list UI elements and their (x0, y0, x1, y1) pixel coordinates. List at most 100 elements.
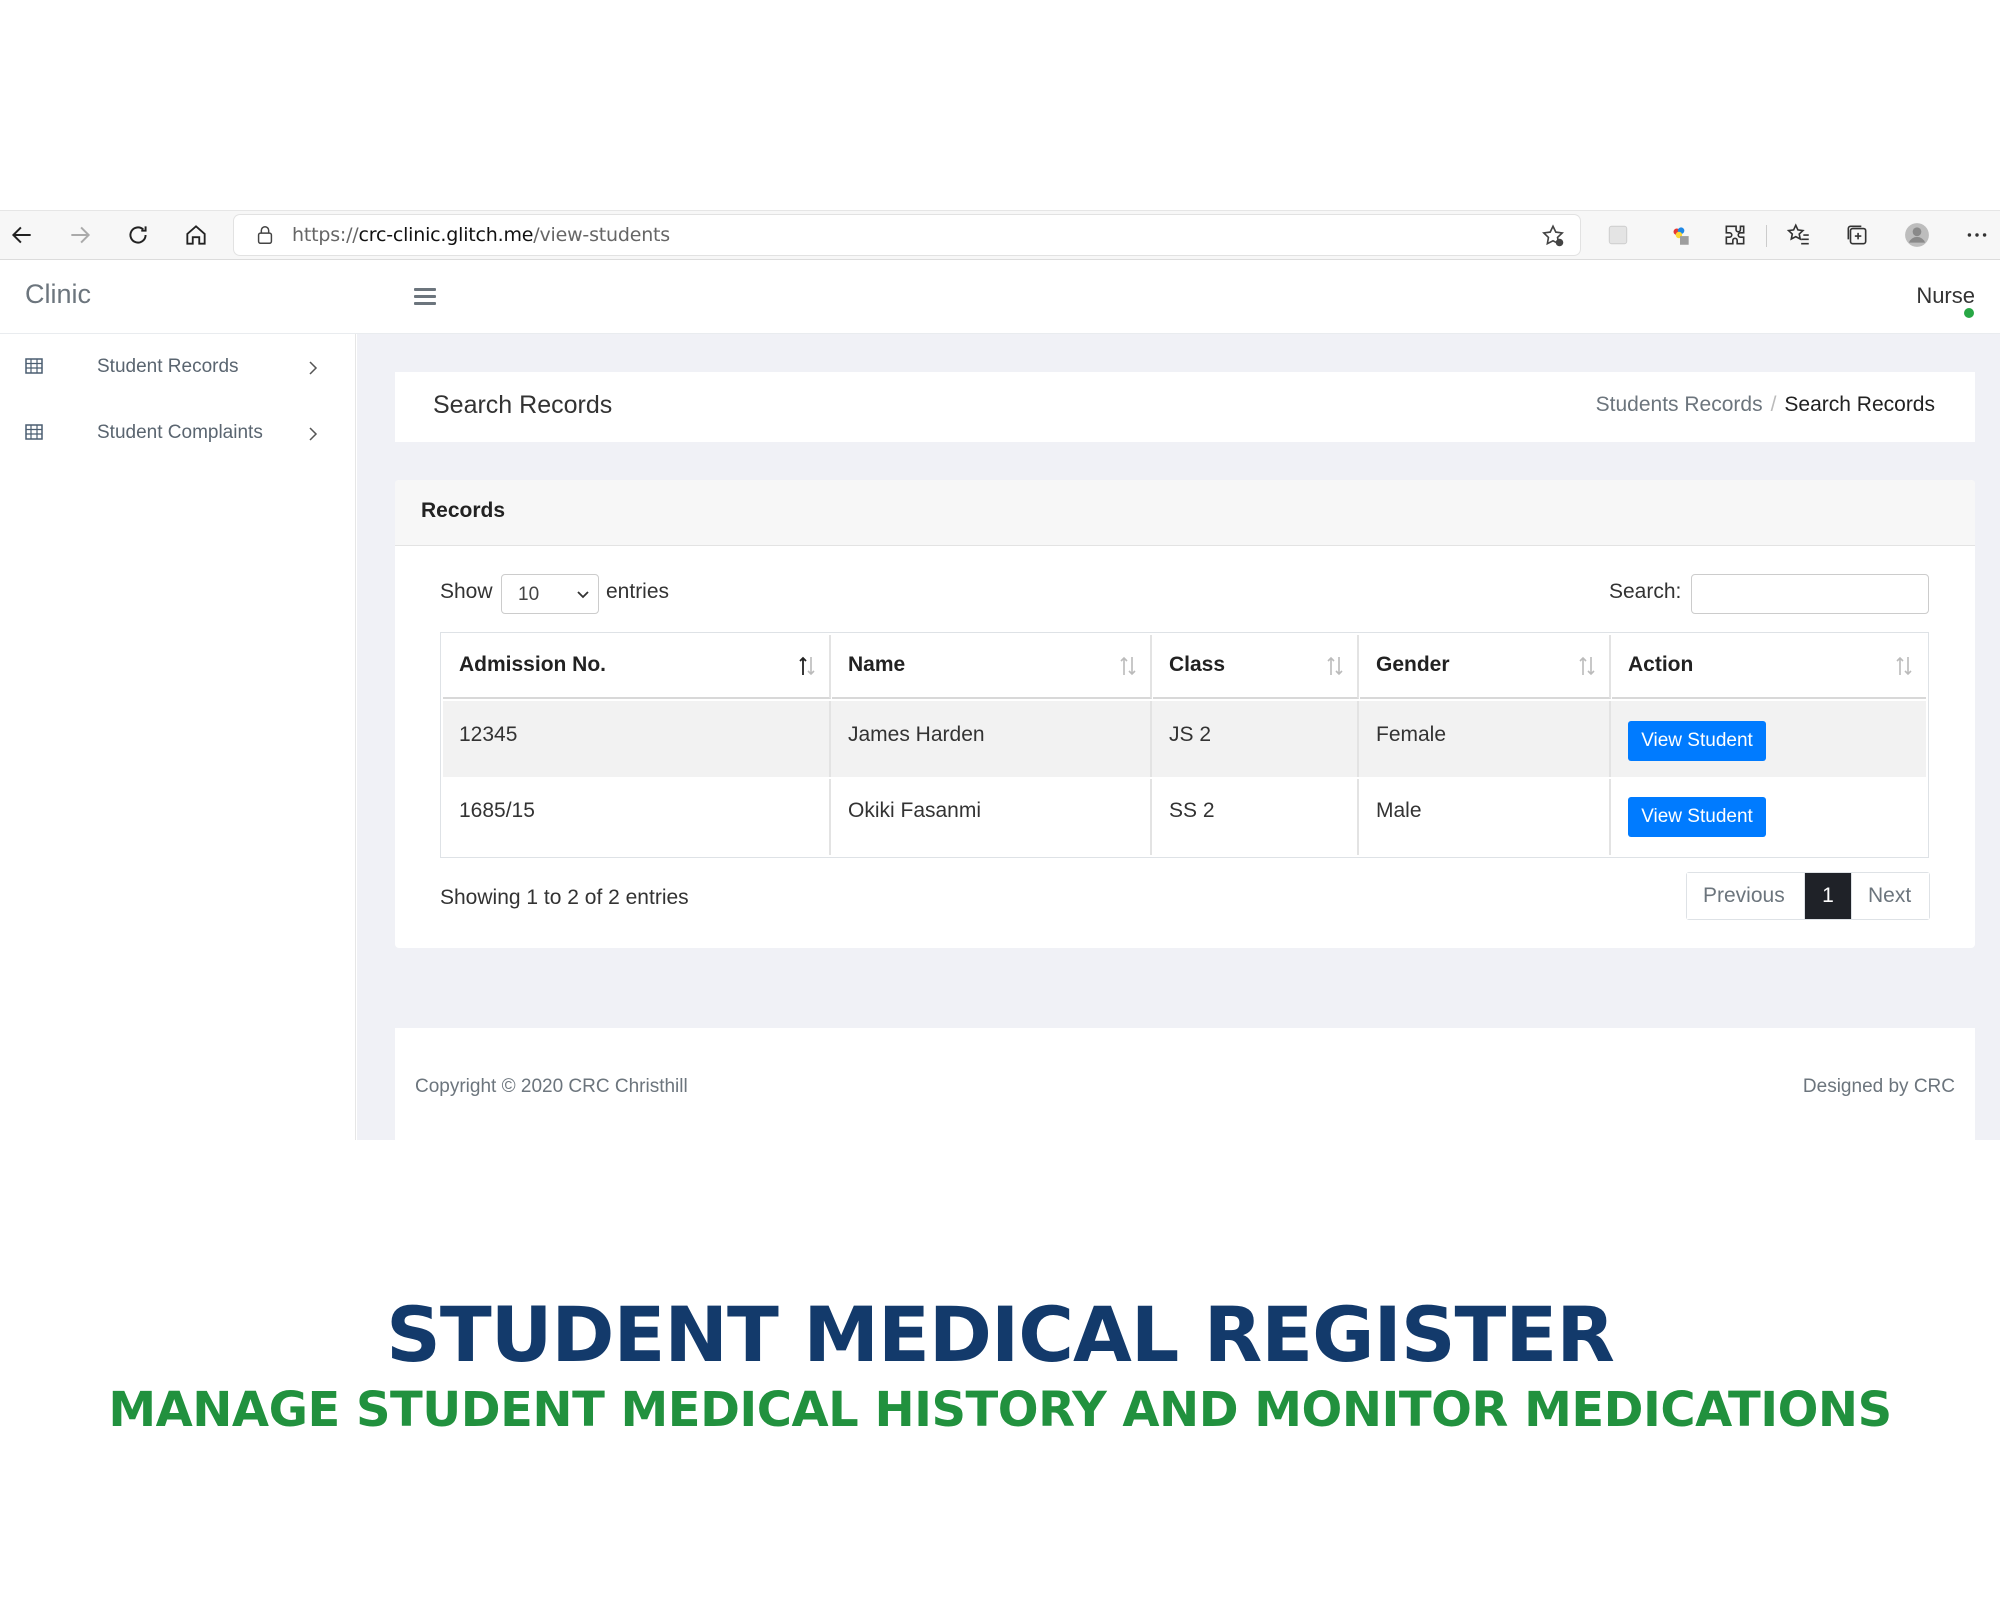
table-cell: SS 2 (1153, 779, 1359, 855)
table-icon (25, 358, 43, 374)
entries-length-select[interactable]: 10 (501, 574, 599, 614)
records-table: Admission No. Name Class Gender Action 1… (440, 632, 1929, 858)
table-cell: Male (1360, 779, 1611, 855)
breadcrumb-link-students-records[interactable]: Students Records (1596, 393, 1763, 417)
url-path: /view-students (533, 224, 671, 246)
column-header-label: Gender (1376, 653, 1450, 676)
promo-headline: STUDENT MEDICAL REGISTER (386, 1290, 1615, 1379)
chevron-right-icon (309, 427, 318, 441)
sort-icon (1120, 656, 1136, 676)
page-header: Search Records Students Records / Search… (395, 372, 1975, 442)
column-header-label: Admission No. (459, 653, 607, 676)
card-header: Records (395, 480, 1975, 546)
table-cell: Okiki Fasanmi (832, 779, 1152, 855)
column-header-name[interactable]: Name (832, 635, 1152, 699)
back-button[interactable] (4, 217, 40, 253)
page-1-button[interactable]: 1 (1805, 873, 1851, 919)
table-row: 1685/15 Okiki Fasanmi SS 2 Male View Stu… (443, 779, 1926, 855)
app-header: Clinic Nurse (0, 261, 2000, 334)
admission-no: 12345 (459, 723, 518, 746)
breadcrumb-separator: / (1770, 393, 1777, 416)
table-icon (25, 424, 43, 440)
column-header-label: Action (1628, 653, 1694, 676)
breadcrumb-current: Search Records (1784, 393, 1935, 416)
arrow-left-icon (11, 226, 31, 244)
entries-label: entries (606, 580, 670, 603)
url-text: https://crc-clinic.glitch.me/view-studen… (292, 224, 670, 246)
column-header-label: Name (848, 653, 906, 676)
promo-subline: MANAGE STUDENT MEDICAL HISTORY AND MONIT… (108, 1382, 1892, 1438)
home-button[interactable] (178, 217, 214, 253)
student-name: Okiki Fasanmi (848, 799, 982, 822)
sort-icon (1579, 656, 1595, 676)
chevron-right-icon (309, 361, 318, 375)
student-gender: Female (1376, 723, 1447, 746)
chevron-down-icon (577, 591, 589, 599)
student-class: JS 2 (1169, 723, 1212, 746)
next-page-button[interactable]: Next (1851, 873, 1929, 919)
toolbar-divider (1766, 225, 1767, 247)
sidebar: Student Records Student Complaints (0, 334, 356, 1140)
copyright-text: Copyright © 2020 CRC Christhill (415, 1076, 688, 1097)
search-input[interactable] (1691, 574, 1929, 614)
url-host: crc-clinic.glitch.me (358, 224, 534, 246)
table-cell: Female (1360, 701, 1611, 777)
student-name: James Harden (848, 723, 985, 746)
pagination: Previous 1 Next (1686, 872, 1930, 920)
sidebar-item-label: Student Records (97, 356, 239, 377)
extension-placeholder-icon[interactable] (1604, 221, 1632, 249)
reload-button[interactable] (120, 217, 156, 253)
column-header-gender[interactable]: Gender (1360, 635, 1611, 699)
table-cell: James Harden (832, 701, 1152, 777)
lock-icon (257, 226, 273, 244)
main-content: Search Records Students Records / Search… (357, 334, 2000, 1140)
browser-toolbar: https://crc-clinic.glitch.me/view-studen… (0, 210, 2000, 260)
sort-asc-icon (799, 656, 815, 676)
brand-name[interactable]: Clinic (25, 279, 91, 310)
sort-icon (1896, 656, 1912, 676)
search-label: Search: (1609, 580, 1682, 603)
user-menu[interactable]: Nurse (1916, 283, 1975, 309)
view-student-button[interactable]: View Student (1628, 721, 1766, 761)
menu-toggle-icon[interactable] (414, 288, 436, 306)
sidebar-item-student-complaints[interactable]: Student Complaints (0, 410, 356, 460)
card-title: Records (421, 499, 506, 522)
color-picker-extension-icon[interactable] (1666, 221, 1694, 249)
footer: Copyright © 2020 CRC Christhill Designed… (395, 1028, 1975, 1140)
column-header-admission-no[interactable]: Admission No. (443, 635, 831, 699)
page-title: Search Records (433, 391, 613, 419)
table-info: Showing 1 to 2 of 2 entries (440, 886, 689, 909)
column-header-class[interactable]: Class (1153, 635, 1359, 699)
more-options-icon[interactable] (1963, 221, 1991, 249)
add-favorite-icon[interactable] (1540, 223, 1566, 249)
home-icon (186, 225, 206, 245)
url-scheme: https:// (292, 224, 359, 246)
sort-icon (1327, 656, 1343, 676)
breadcrumb: Students Records / Search Records (1596, 393, 1935, 417)
records-card: Records Show 10 entries Search: Admissio… (395, 480, 1975, 948)
column-header-action[interactable]: Action (1612, 635, 1926, 699)
student-gender: Male (1376, 799, 1422, 822)
arrow-right-icon (71, 226, 91, 244)
profile-avatar-icon[interactable] (1903, 221, 1931, 249)
table-cell: 1685/15 (443, 779, 831, 855)
refresh-icon (129, 226, 147, 244)
sidebar-item-student-records[interactable]: Student Records (0, 344, 356, 394)
show-label: Show (440, 580, 493, 603)
table-row: 12345 James Harden JS 2 Female View Stud… (443, 701, 1926, 777)
admission-no: 1685/15 (459, 799, 535, 822)
extensions-icon[interactable] (1721, 221, 1749, 249)
student-class: SS 2 (1169, 799, 1215, 822)
favorites-icon[interactable] (1785, 221, 1813, 249)
view-student-button[interactable]: View Student (1628, 797, 1766, 837)
table-cell: 12345 (443, 701, 831, 777)
column-header-label: Class (1169, 653, 1226, 676)
address-bar[interactable]: https://crc-clinic.glitch.me/view-studen… (234, 215, 1580, 255)
collections-icon[interactable] (1843, 221, 1871, 249)
previous-page-button[interactable]: Previous (1687, 873, 1805, 919)
sidebar-item-label: Student Complaints (97, 422, 263, 443)
table-cell: JS 2 (1153, 701, 1359, 777)
forward-button[interactable] (62, 217, 98, 253)
designed-by-text: Designed by CRC (1802, 1076, 1955, 1097)
online-status-dot (1964, 308, 1974, 318)
